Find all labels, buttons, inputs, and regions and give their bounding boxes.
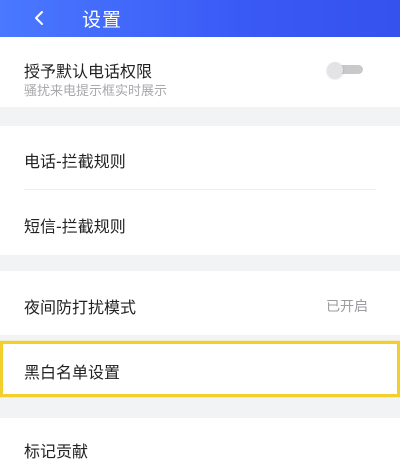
- settings-item-call-block-rules[interactable]: 电话-拦截规则: [0, 126, 400, 190]
- default-phone-permission-sublabel: 骚扰来电提示框实时展示: [24, 84, 168, 99]
- settings-item-default-phone-permission[interactable]: 授予默认电话权限 骚扰来电提示框实时展示: [0, 37, 400, 107]
- night-mode-status: 已开启: [326, 299, 368, 315]
- sms-block-rules-label: 短信-拦截规则: [24, 217, 126, 236]
- back-button[interactable]: [22, 2, 56, 34]
- default-phone-permission-label: 授予默认电话权限: [24, 62, 153, 81]
- blacklist-whitelist-label: 黑白名单设置: [24, 363, 121, 382]
- app-header: 设置: [0, 0, 400, 37]
- night-mode-label: 夜间防打扰模式: [24, 298, 137, 317]
- page-title: 设置: [82, 9, 123, 31]
- default-phone-permission-toggle[interactable]: [327, 62, 363, 78]
- settings-item-mark-contribution[interactable]: 标记贡献: [0, 418, 400, 473]
- mark-contribution-label: 标记贡献: [24, 442, 89, 461]
- settings-item-blacklist-whitelist[interactable]: 黑白名单设置: [0, 341, 400, 397]
- settings-item-night-mode[interactable]: 夜间防打扰模式 已开启: [0, 271, 400, 335]
- call-block-rules-label: 电话-拦截规则: [24, 152, 126, 171]
- chevron-left-icon: [35, 11, 43, 25]
- toggle-knob: [327, 62, 343, 78]
- settings-item-sms-block-rules[interactable]: 短信-拦截规则: [0, 190, 400, 255]
